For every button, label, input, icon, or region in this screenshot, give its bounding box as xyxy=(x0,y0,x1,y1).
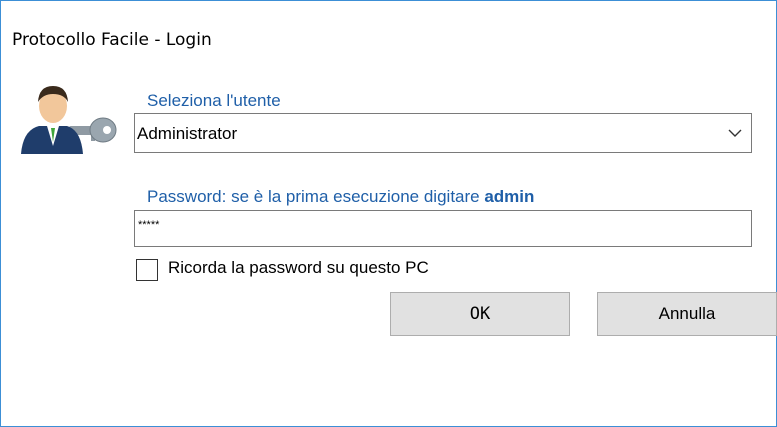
password-field[interactable]: ***** xyxy=(134,210,752,247)
remember-password-label[interactable]: Ricorda la password su questo PC xyxy=(168,258,429,278)
user-select[interactable]: Administrator xyxy=(134,113,752,153)
password-label: Password: se è la prima esecuzione digit… xyxy=(147,187,534,207)
chevron-down-icon[interactable] xyxy=(725,123,745,143)
password-hint-admin: admin xyxy=(484,187,535,206)
selected-user: Administrator xyxy=(137,124,238,143)
select-user-label: Seleziona l'utente xyxy=(147,91,281,110)
login-dialog: Protocollo Facile - Login Seleziona l'ut… xyxy=(0,0,777,427)
password-label-text: Password: se è la prima esecuzione digit… xyxy=(147,187,485,206)
window-title: Protocollo Facile - Login xyxy=(12,30,212,50)
user-key-icon xyxy=(21,86,117,154)
cancel-button[interactable]: Annulla xyxy=(597,292,777,336)
ok-button[interactable]: OK xyxy=(390,292,570,336)
password-masked-value: ***** xyxy=(138,219,160,231)
remember-password-checkbox[interactable] xyxy=(136,259,158,281)
